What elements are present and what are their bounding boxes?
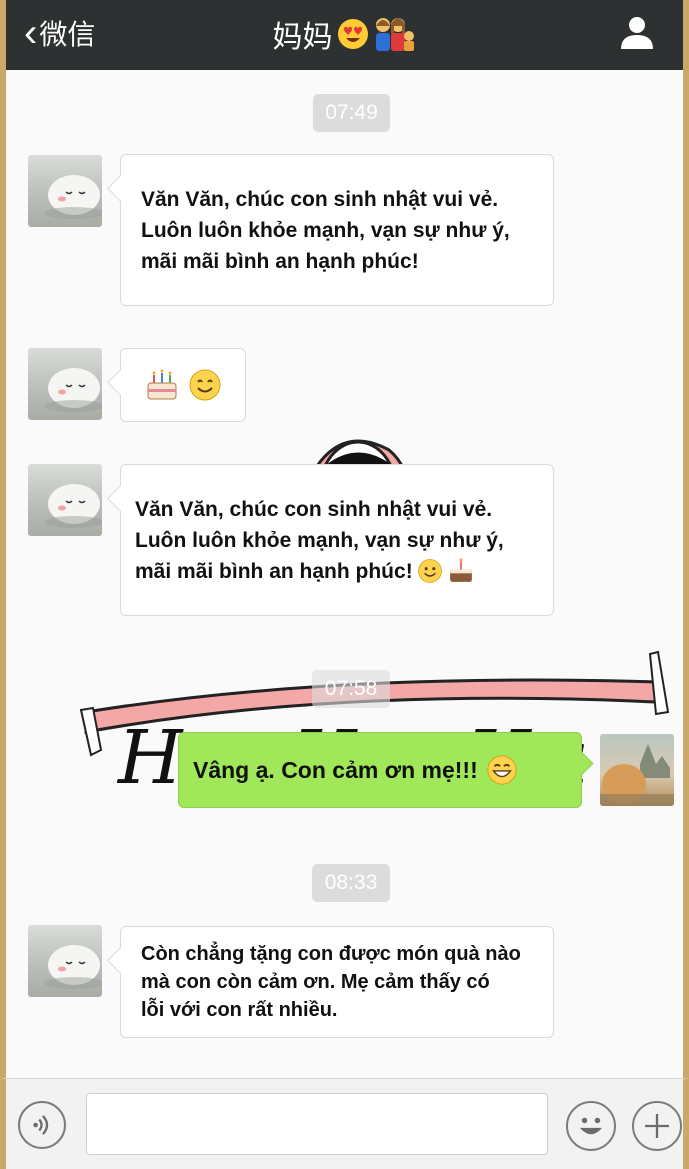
family-emoji-icon [375, 18, 414, 51]
mom-avatar[interactable] [28, 464, 102, 536]
mochi-avatar-icon [44, 484, 102, 528]
mochi-avatar-icon [44, 175, 102, 219]
plus-icon[interactable] [632, 1101, 682, 1151]
landscape-avatar-icon [600, 744, 674, 806]
message-line: lỗi với con rất nhiều. [141, 999, 338, 1021]
message-line: Luôn luôn khỏe mạnh, vạn sự như ý, [141, 218, 510, 242]
nav-bar: ‹ 微信 妈妈 [0, 0, 689, 70]
mom-avatar[interactable] [28, 925, 102, 997]
emoji-icon[interactable] [566, 1101, 616, 1151]
message-bubble[interactable]: Văn Văn, chúc con sinh nhật vui vẻ. Luôn… [120, 464, 554, 616]
cake-emoji-icon [147, 369, 177, 400]
mochi-avatar-icon [44, 945, 102, 989]
message-line: Vâng ạ. Con cảm ơn mẹ!!! [193, 756, 478, 783]
message-line: Luôn luôn khỏe mạnh, vạn sự như ý, [135, 528, 504, 552]
message-bubble[interactable] [120, 348, 246, 422]
timestamp: 08:33 [312, 864, 390, 902]
smile-emoji-icon [417, 559, 442, 583]
message-bubble[interactable]: Còn chẳng tặng con được món quà nào mà c… [120, 926, 554, 1038]
smile-emoji-icon [189, 369, 221, 401]
message-line: mãi mãi bình an hạnh phúc! [135, 559, 413, 583]
message-bubble-outgoing[interactable]: Vâng ạ. Con cảm ơn mẹ!!! [178, 732, 582, 808]
input-bar [0, 1078, 689, 1169]
message-bubble[interactable]: Văn Văn, chúc con sinh nhật vui vẻ. Luôn… [120, 154, 554, 306]
voice-icon[interactable] [18, 1101, 66, 1149]
heart-eyes-emoji-icon [337, 19, 368, 49]
timestamp: 07:58 [312, 670, 390, 708]
mochi-avatar-icon [44, 368, 102, 412]
profile-icon[interactable] [619, 14, 655, 50]
message-line: mà con còn cảm ơn. Mẹ cảm thấy có [141, 971, 490, 993]
grin-emoji-icon [487, 755, 517, 785]
message-line-with-emoji: mãi mãi bình an hạnh phúc! [135, 556, 533, 587]
message-line: Văn Văn, chúc con sinh nhật vui vẻ. [135, 497, 493, 521]
message-line: Văn Văn, chúc con sinh nhật vui vẻ. [141, 187, 499, 211]
mom-avatar[interactable] [28, 155, 102, 227]
chat-title: 妈妈 [6, 12, 683, 56]
chat-title-text: 妈妈 [272, 21, 333, 54]
message-line: mãi mãi bình an hạnh phúc! [141, 249, 419, 273]
message-line: Còn chẳng tặng con được món quà nào [141, 943, 521, 965]
message-input[interactable] [86, 1093, 548, 1155]
cake-emoji-icon [449, 558, 472, 582]
wechat-chat-screen: ‹ 微信 妈妈 07:49 Văn Văn, chúc con sinh nhậ… [0, 0, 689, 1169]
my-avatar[interactable] [600, 734, 674, 806]
timestamp: 07:49 [313, 94, 390, 132]
message-list[interactable]: 07:49 Văn Văn, chúc con sinh nhật vui vẻ… [0, 70, 689, 1078]
mom-avatar[interactable] [28, 348, 102, 420]
